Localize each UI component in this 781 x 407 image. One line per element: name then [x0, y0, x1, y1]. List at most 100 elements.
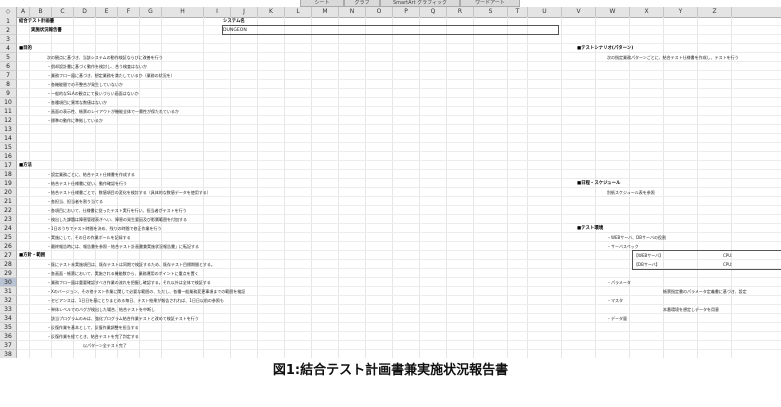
- row-header-14[interactable]: 14: [0, 134, 17, 143]
- purpose-line[interactable]: ・標準の動作に準拠しているか: [47, 116, 103, 125]
- row-header-18[interactable]: 18: [0, 170, 17, 179]
- env-params[interactable]: ・パラメータ: [607, 278, 631, 287]
- row-header-15[interactable]: 15: [0, 143, 17, 152]
- tab-wordart[interactable]: ワードアート: [460, 0, 520, 7]
- column-header-m[interactable]: M: [312, 7, 339, 17]
- row-header-10[interactable]: 10: [0, 98, 17, 107]
- row-header-36[interactable]: 36: [0, 332, 17, 341]
- row-header-9[interactable]: 9: [0, 89, 17, 98]
- select-all-corner[interactable]: ◇: [0, 7, 17, 17]
- section-policy[interactable]: ■方針・範囲: [19, 251, 45, 260]
- policy-line[interactable]: 以パターン全テスト完了: [47, 341, 127, 350]
- env-params-desc[interactable]: 帳票指定書のパラメータ定義書に基づき、設定: [663, 287, 747, 296]
- section-environment[interactable]: ■テスト環境: [577, 224, 603, 233]
- column-header-c[interactable]: C: [52, 7, 74, 17]
- purpose-line[interactable]: ・業務フロー図に基づき、想定業務を満たしているか（業務の状況を）: [47, 71, 175, 80]
- doc-title[interactable]: 結合テスト計画書: [19, 17, 54, 26]
- column-header-r[interactable]: R: [447, 7, 474, 17]
- policy-line[interactable]: ・業務フロー図は重要確認すべき作業の流れを把握し確認する。それ以外は全体で検証す…: [47, 278, 211, 287]
- row-header-26[interactable]: 26: [0, 242, 17, 251]
- policy-line[interactable]: ・セビアンスは、1日日を基にとりまとめる毎日、テスト結果が報告されれば、1日日以…: [47, 296, 224, 305]
- row-header-35[interactable]: 35: [0, 323, 17, 332]
- row-header-25[interactable]: 25: [0, 233, 17, 242]
- column-header-e[interactable]: E: [96, 7, 118, 17]
- purpose-line[interactable]: ・各種項目に異常な数値はないか: [47, 98, 107, 107]
- row-header-33[interactable]: 33: [0, 305, 17, 314]
- column-header-d[interactable]: D: [74, 7, 96, 17]
- row-header-23[interactable]: 23: [0, 215, 17, 224]
- schedule-desc[interactable]: 別紙スケジュール表を参照: [607, 188, 655, 197]
- column-header-l[interactable]: L: [285, 7, 312, 17]
- row-header-32[interactable]: 32: [0, 296, 17, 305]
- row-header-13[interactable]: 13: [0, 125, 17, 134]
- row-header-6[interactable]: 6: [0, 62, 17, 71]
- row-header-1[interactable]: 1: [0, 17, 17, 26]
- env-master[interactable]: ・マスタ: [607, 296, 623, 305]
- method-line[interactable]: ・結合テスト仕様書に従い、動作確認を行う: [47, 179, 127, 188]
- purpose-line[interactable]: ・各機能間での不整合が発生していないか: [47, 80, 123, 89]
- policy-line[interactable]: ・各画面・帳票において、実施される機能数から、業務運用のポイントに重点を置く: [47, 269, 199, 278]
- policy-line[interactable]: ・Xのバージョン、その他テスト作業に関して必要な範囲の、ただし、各種一般業務変更…: [47, 287, 245, 296]
- policy-line[interactable]: ・既にテスト未実施項目は、既存テストは同期で検証するため、既存テスト目標期間とす…: [47, 260, 215, 269]
- column-header-w[interactable]: W: [596, 7, 630, 17]
- column-header-f[interactable]: F: [118, 7, 140, 17]
- method-line[interactable]: ・設定業務ごとに、結合テスト仕様書を作成する: [47, 170, 135, 179]
- column-header-t[interactable]: T: [508, 7, 528, 17]
- column-header-a[interactable]: A: [17, 7, 30, 17]
- tab-sheet[interactable]: シート: [300, 0, 344, 7]
- column-header-o[interactable]: O: [366, 7, 393, 17]
- column-header-q[interactable]: Q: [420, 7, 447, 17]
- method-line[interactable]: ・実施にして、その日の作業ボールを記録する: [47, 233, 131, 242]
- row-header-27[interactable]: 27: [0, 251, 17, 260]
- row-header-3[interactable]: 3: [0, 35, 17, 44]
- row-header-11[interactable]: 11: [0, 107, 17, 116]
- method-line[interactable]: ・検出した課題は障害管理表ぎへい、障害の発生要因及び影響範囲を付加する: [47, 215, 187, 224]
- row-header-31[interactable]: 31: [0, 287, 17, 296]
- section-schedule[interactable]: ■日程・スケジュール: [577, 179, 620, 188]
- policy-line[interactable]: 該当プログラムのみは、強化プログラム結合作業テストと改めて検証テストを行う: [47, 314, 199, 323]
- column-header-y[interactable]: Y: [664, 7, 698, 17]
- method-line[interactable]: ・各項目において、仕様書に従ったテスト実行を行い、担当者がテストを行う: [47, 206, 187, 215]
- purpose-line[interactable]: 次の観点に基づき、当該システムの動作検証ならびに改善を行う: [47, 53, 163, 62]
- policy-line[interactable]: ・単体レベルでのバグが検出した場合、結合テストを中断し: [47, 305, 155, 314]
- row-header-28[interactable]: 28: [0, 260, 17, 269]
- env-master-desc[interactable]: 本番環境を想定しデータを用意: [663, 305, 719, 314]
- tab-smartart[interactable]: SmartArt グラフィック: [380, 0, 460, 7]
- column-header-s[interactable]: S: [474, 7, 508, 17]
- scenario-desc[interactable]: 次の指定業務パターンごとに、結合テスト仕様書を作成し、テストを行う: [607, 53, 739, 62]
- method-line[interactable]: ・結合テスト仕様書ごとで、数値項目の変化を検討する（具体的な数値データを使用する…: [47, 188, 211, 197]
- row-header-22[interactable]: 22: [0, 206, 17, 215]
- row-header-7[interactable]: 7: [0, 71, 17, 80]
- env-data-volume[interactable]: ・データ量: [607, 314, 627, 323]
- row-header-4[interactable]: 4: [0, 44, 17, 53]
- section-purpose[interactable]: ■目的: [19, 44, 32, 53]
- column-header-k[interactable]: K: [258, 7, 285, 17]
- method-line[interactable]: ・各担当、担当者を割り当てる: [47, 197, 103, 206]
- row-header-38[interactable]: 38: [0, 350, 17, 358]
- purpose-line[interactable]: ・一般的なSLAの観点にて扱いづらい画面はないか: [47, 89, 139, 98]
- purpose-line[interactable]: ・画面の表示性、帳票のレイアウトが機能全体で一貫性が保たれているか: [47, 107, 179, 116]
- column-header-z[interactable]: Z: [698, 7, 732, 17]
- purpose-line[interactable]: ・償却設計書に基づく動作を検討し、合う検査はないか: [47, 62, 147, 71]
- column-header-u[interactable]: U: [528, 7, 562, 17]
- env-web-db[interactable]: ・WEBサーバ、DBサーバの役割: [607, 233, 666, 242]
- row-header-5[interactable]: 5: [0, 53, 17, 62]
- policy-line[interactable]: ・反復作業を基本として、反復作業調整を担当する: [47, 323, 139, 332]
- doc-subtitle[interactable]: 実施状況報告書: [31, 26, 62, 35]
- row-header-17[interactable]: 17: [0, 161, 17, 170]
- method-line[interactable]: ・最終報告時には、報告書を参照・結合テスト計画書兼実施状況報告書」に転記する: [47, 242, 199, 251]
- section-method[interactable]: ■方法: [19, 161, 32, 170]
- row-header-20[interactable]: 20: [0, 188, 17, 197]
- tab-chart[interactable]: グラフ: [344, 0, 380, 7]
- row-header-34[interactable]: 34: [0, 314, 17, 323]
- row-header-16[interactable]: 16: [0, 152, 17, 161]
- column-header-p[interactable]: P: [393, 7, 420, 17]
- row-header-8[interactable]: 8: [0, 80, 17, 89]
- column-header-j[interactable]: J: [231, 7, 258, 17]
- row-header-2[interactable]: 2: [0, 26, 17, 35]
- row-header-24[interactable]: 24: [0, 224, 17, 233]
- section-scenario[interactable]: ■テストシナリオ(パターン): [577, 44, 633, 53]
- row-header-30[interactable]: 30: [0, 278, 17, 287]
- column-header-v[interactable]: V: [562, 7, 596, 17]
- row-header-29[interactable]: 29: [0, 269, 17, 278]
